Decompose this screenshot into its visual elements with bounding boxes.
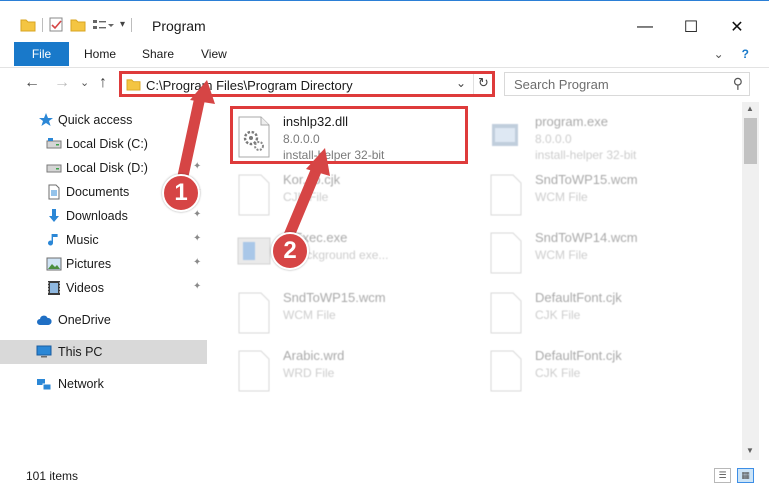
step-2-marker: 2 — [271, 232, 309, 270]
arrow-to-address-bar — [177, 91, 206, 182]
step-1-marker: 1 — [162, 174, 200, 212]
annotation-arrows — [177, 80, 330, 244]
arrow-to-file — [282, 160, 324, 244]
arrow-head-file — [306, 148, 330, 176]
arrow-head-address-bar — [190, 80, 215, 104]
